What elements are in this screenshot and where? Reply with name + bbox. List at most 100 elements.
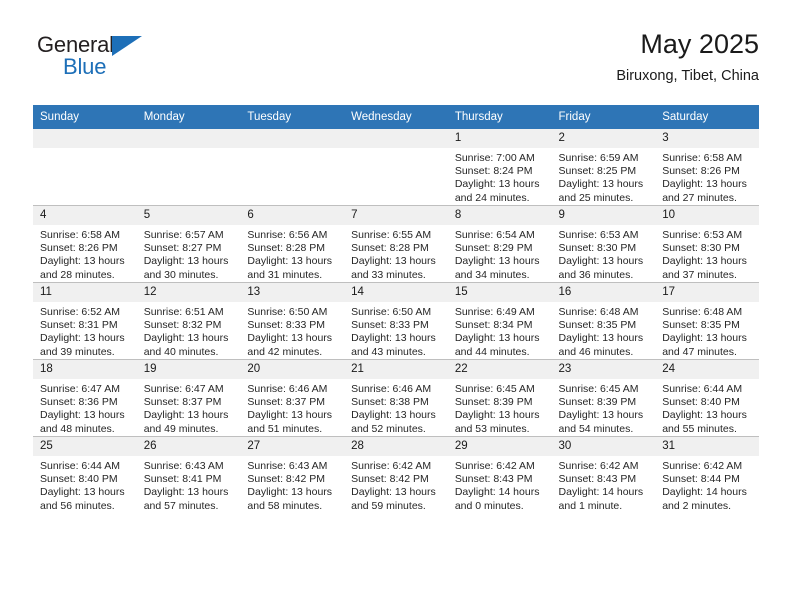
day-details: Sunrise: 6:49 AM Sunset: 8:34 PM Daylight:… [448, 302, 552, 359]
sunset-text: Sunset: 8:30 PM [662, 242, 740, 255]
calendar-day-cell[interactable]: 25 Sunrise: 6:44 AM Sunset: 8:40 PM Dayligh… [33, 436, 137, 513]
day-number: 16 [551, 283, 656, 302]
calendar-day-cell[interactable]: 5 Sunrise: 6:57 AM Sunset: 8:27 PM Daylight… [136, 205, 241, 283]
calendar-day-cell[interactable]: 3 Sunrise: 6:58 AM Sunset: 8:26 PM Daylight… [655, 129, 759, 206]
calendar-day-cell[interactable]: 16 Sunrise: 6:48 AM Sunset: 8:35 PM Dayligh… [551, 282, 656, 360]
calendar-day-cell[interactable]: 15 Sunrise: 6:49 AM Sunset: 8:34 PM Dayligh… [447, 282, 552, 360]
calendar-day-cell[interactable]: 6 Sunrise: 6:56 AM Sunset: 8:28 PM Daylight… [240, 205, 345, 283]
calendar-day-cell[interactable]: 23 Sunrise: 6:45 AM Sunset: 8:39 PM Dayligh… [551, 359, 656, 437]
calendar-cell-empty [33, 129, 137, 206]
day-details: Sunrise: 6:46 AM Sunset: 8:37 PM Daylight:… [240, 379, 344, 436]
sunrise-text: Sunrise: 6:46 AM [247, 383, 328, 395]
calendar-day-cell[interactable]: 2 Sunrise: 6:59 AM Sunset: 8:25 PM Daylight… [551, 129, 656, 206]
day-details: Sunrise: 6:42 AM Sunset: 8:43 PM Daylight:… [552, 456, 656, 513]
calendar-day-cell[interactable]: 4 Sunrise: 6:58 AM Sunset: 8:26 PM Daylight… [33, 205, 137, 283]
sunset-text: Sunset: 8:36 PM [40, 396, 118, 409]
day-number: 21 [344, 360, 448, 379]
sunset-text: Sunset: 8:24 PM [454, 165, 533, 178]
sunset-text: Sunset: 8:42 PM [247, 473, 326, 486]
day-number: 10 [655, 206, 759, 225]
day-details: Sunrise: 6:53 AM Sunset: 8:30 PM Daylight:… [552, 225, 656, 282]
daylight-text: Daylight: 13 hours and 52 minutes. [351, 409, 436, 435]
calendar-day-cell[interactable]: 18 Sunrise: 6:47 AM Sunset: 8:36 PM Dayligh… [33, 359, 137, 437]
sunrise-text: Sunrise: 6:51 AM [143, 306, 224, 318]
daylight-text: Daylight: 13 hours and 51 minutes. [247, 409, 333, 435]
calendar-day-cell[interactable]: 11 Sunrise: 6:52 AM Sunset: 8:31 PM Dayligh… [33, 282, 137, 360]
calendar-day-cell[interactable]: 26 Sunrise: 6:43 AM Sunset: 8:41 PM Dayligh… [136, 436, 241, 513]
sunset-text: Sunset: 8:37 PM [143, 396, 222, 409]
calendar-day-cell[interactable]: 21 Sunrise: 6:46 AM Sunset: 8:38 PM Dayligh… [344, 359, 448, 437]
day-number [33, 129, 137, 148]
calendar-day-cell[interactable]: 17 Sunrise: 6:48 AM Sunset: 8:35 PM Dayligh… [655, 282, 759, 360]
daylight-text: Daylight: 13 hours and 53 minutes. [454, 409, 540, 435]
daylight-text: Daylight: 14 hours and 0 minutes. [454, 486, 540, 512]
logo-triangle-icon [112, 36, 142, 56]
day-number: 5 [136, 206, 241, 225]
sunset-text: Sunset: 8:39 PM [454, 396, 533, 409]
calendar-day-cell[interactable]: 7 Sunrise: 6:55 AM Sunset: 8:28 PM Daylight… [344, 205, 448, 283]
calendar-day-cell[interactable]: 20 Sunrise: 6:46 AM Sunset: 8:37 PM Dayligh… [240, 359, 345, 437]
calendar-header-row: Sunday Monday Tuesday Wednesday Thursday… [33, 105, 759, 129]
daylight-text: Daylight: 13 hours and 55 minutes. [662, 409, 747, 435]
calendar-week-row: 1 Sunrise: 7:00 AM Sunset: 8:24 PM Daylight… [33, 129, 759, 206]
sunrise-text: Sunrise: 6:43 AM [143, 460, 224, 472]
day-details: Sunrise: 6:44 AM Sunset: 8:40 PM Daylight:… [655, 379, 759, 436]
calendar-day-cell[interactable]: 24 Sunrise: 6:44 AM Sunset: 8:40 PM Dayligh… [655, 359, 759, 437]
daylight-text: Daylight: 13 hours and 28 minutes. [40, 255, 125, 281]
sunset-text: Sunset: 8:28 PM [351, 242, 429, 255]
calendar-day-cell[interactable]: 19 Sunrise: 6:47 AM Sunset: 8:37 PM Dayligh… [136, 359, 241, 437]
calendar-day-cell[interactable]: 14 Sunrise: 6:50 AM Sunset: 8:33 PM Dayligh… [344, 282, 448, 360]
page-title: May 2025 [640, 29, 759, 59]
day-details: Sunrise: 6:47 AM Sunset: 8:36 PM Daylight:… [33, 379, 137, 436]
calendar-day-cell[interactable]: 10 Sunrise: 6:53 AM Sunset: 8:30 PM Dayligh… [655, 205, 759, 283]
sunset-text: Sunset: 8:28 PM [247, 242, 326, 255]
calendar-day-cell[interactable]: 8 Sunrise: 6:54 AM Sunset: 8:29 PM Daylight… [447, 205, 552, 283]
day-details: Sunrise: 6:50 AM Sunset: 8:33 PM Daylight:… [240, 302, 344, 359]
calendar-day-cell[interactable]: 12 Sunrise: 6:51 AM Sunset: 8:32 PM Dayligh… [136, 282, 241, 360]
sunset-text: Sunset: 8:27 PM [143, 242, 222, 255]
sunrise-text: Sunrise: 6:47 AM [40, 383, 120, 395]
daylight-text: Daylight: 13 hours and 43 minutes. [351, 332, 436, 358]
daylight-text: Daylight: 13 hours and 58 minutes. [247, 486, 333, 512]
daylight-text: Daylight: 13 hours and 33 minutes. [351, 255, 436, 281]
sunrise-text: Sunrise: 6:42 AM [351, 460, 432, 472]
sunset-text: Sunset: 8:35 PM [662, 319, 740, 332]
calendar-day-cell[interactable]: 28 Sunrise: 6:42 AM Sunset: 8:42 PM Dayligh… [344, 436, 448, 513]
sunrise-text: Sunrise: 6:49 AM [454, 306, 535, 318]
calendar-week-row: 25 Sunrise: 6:44 AM Sunset: 8:40 PM Dayligh… [33, 436, 759, 513]
sunset-text: Sunset: 8:44 PM [662, 473, 740, 486]
day-number: 28 [344, 437, 448, 456]
day-number: 24 [655, 360, 759, 379]
calendar-day-cell[interactable]: 31 Sunrise: 6:42 AM Sunset: 8:44 PM Dayligh… [655, 436, 759, 513]
calendar-day-cell[interactable]: 30 Sunrise: 6:42 AM Sunset: 8:43 PM Dayligh… [551, 436, 656, 513]
day-number: 15 [447, 283, 552, 302]
calendar-day-cell[interactable]: 9 Sunrise: 6:53 AM Sunset: 8:30 PM Daylight… [551, 205, 656, 283]
daylight-text: Daylight: 13 hours and 54 minutes. [558, 409, 644, 435]
calendar-week-row: 4 Sunrise: 6:58 AM Sunset: 8:26 PM Daylight… [33, 205, 759, 283]
day-details: Sunrise: 6:45 AM Sunset: 8:39 PM Daylight:… [552, 379, 656, 436]
calendar-day-cell[interactable]: 1 Sunrise: 7:00 AM Sunset: 8:24 PM Daylight… [447, 129, 552, 206]
day-number: 17 [655, 283, 759, 302]
sunrise-text: Sunrise: 6:44 AM [662, 383, 743, 395]
calendar-day-cell[interactable]: 13 Sunrise: 6:50 AM Sunset: 8:33 PM Dayligh… [240, 282, 345, 360]
sunset-text: Sunset: 8:33 PM [247, 319, 326, 332]
day-number: 11 [33, 283, 137, 302]
day-details: Sunrise: 6:46 AM Sunset: 8:38 PM Daylight:… [344, 379, 448, 436]
day-number: 1 [447, 129, 552, 148]
sunset-text: Sunset: 8:32 PM [143, 319, 222, 332]
daylight-text: Daylight: 13 hours and 42 minutes. [247, 332, 333, 358]
day-number: 29 [447, 437, 552, 456]
day-number: 12 [136, 283, 241, 302]
daylight-text: Daylight: 13 hours and 30 minutes. [143, 255, 229, 281]
weekday-header-monday: Monday [136, 105, 241, 129]
weekday-header-saturday: Saturday [655, 105, 759, 129]
daylight-text: Daylight: 13 hours and 57 minutes. [143, 486, 229, 512]
day-details: Sunrise: 6:50 AM Sunset: 8:33 PM Daylight:… [344, 302, 448, 359]
calendar-day-cell[interactable]: 22 Sunrise: 6:45 AM Sunset: 8:39 PM Dayligh… [447, 359, 552, 437]
weekday-header-tuesday: Tuesday [240, 105, 345, 129]
day-details: Sunrise: 7:00 AM Sunset: 8:24 PM Daylight:… [448, 148, 552, 205]
sunrise-text: Sunrise: 6:45 AM [454, 383, 535, 395]
calendar-day-cell[interactable]: 29 Sunrise: 6:42 AM Sunset: 8:43 PM Dayligh… [447, 436, 552, 513]
daylight-text: Daylight: 13 hours and 36 minutes. [558, 255, 644, 281]
calendar-day-cell[interactable]: 27 Sunrise: 6:43 AM Sunset: 8:42 PM Dayligh… [240, 436, 345, 513]
